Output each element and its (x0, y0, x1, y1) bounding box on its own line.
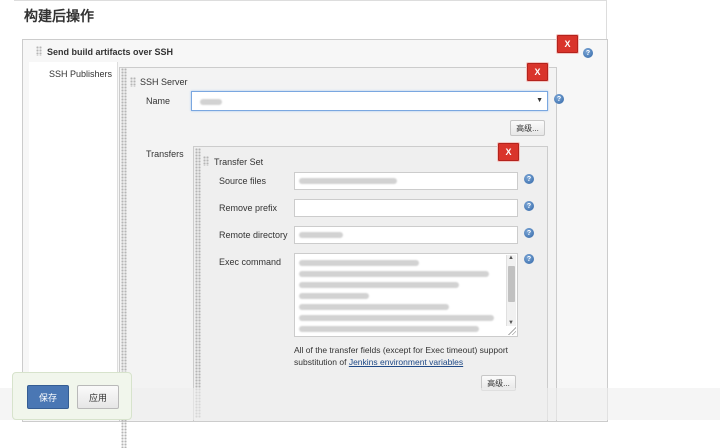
server-advanced-button[interactable]: 高级... (510, 120, 545, 136)
help-icon[interactable]: ? (524, 201, 534, 211)
textarea-scrollbar[interactable]: ▲ ▼ (506, 255, 516, 326)
exec-line (299, 260, 419, 266)
exec-line (299, 304, 449, 310)
remove-prefix-input[interactable] (294, 199, 518, 217)
publishers-label-column (29, 62, 118, 420)
server-name-select[interactable]: ▼ (191, 91, 548, 111)
exec-line (299, 293, 369, 299)
source-files-blurred (299, 178, 397, 184)
step-title: Send build artifacts over SSH (47, 47, 174, 57)
ssh-server-title: SSH Server (140, 77, 188, 87)
help-icon[interactable]: ? (554, 94, 564, 104)
server-name-blurred (200, 99, 222, 105)
resize-handle-icon[interactable] (508, 327, 516, 335)
scroll-up-icon[interactable]: ▲ (508, 255, 514, 261)
help-icon[interactable]: ? (524, 228, 534, 238)
exec-command-textarea[interactable]: ▲ ▼ (294, 253, 518, 337)
remote-directory-label: Remote directory (219, 230, 288, 240)
transfers-label: Transfers (146, 149, 184, 159)
substitution-note: All of the transfer fields (except for E… (294, 344, 524, 368)
name-label: Name (146, 96, 171, 106)
dropdown-arrow-icon: ▼ (536, 97, 543, 104)
help-icon[interactable]: ? (524, 254, 534, 264)
delete-server-button[interactable]: X (527, 63, 548, 81)
drag-handle[interactable] (195, 148, 201, 418)
exec-line (299, 326, 479, 332)
ssh-publishers-label: SSH Publishers (49, 69, 113, 79)
source-files-input[interactable] (294, 172, 518, 190)
source-files-label: Source files (219, 176, 267, 186)
scroll-thumb[interactable] (508, 266, 515, 302)
help-icon[interactable]: ? (583, 48, 593, 58)
delete-transfer-button[interactable]: X (498, 143, 519, 161)
remote-directory-blurred (299, 232, 343, 238)
drag-handle[interactable] (36, 46, 42, 56)
drag-handle[interactable] (130, 77, 136, 87)
exec-line (299, 315, 494, 321)
remote-directory-input[interactable] (294, 226, 518, 244)
main-panel: 构建后操作 Send build artifacts over SSH X ? … (0, 0, 616, 448)
apply-button[interactable]: 应用 (77, 385, 119, 409)
exec-line (299, 282, 459, 288)
jenkins-env-vars-link[interactable]: Jenkins environment variables (349, 357, 463, 367)
drag-handle[interactable] (203, 156, 209, 166)
exec-line (299, 271, 489, 277)
remove-prefix-label: Remove prefix (219, 203, 278, 213)
exec-command-label: Exec command (219, 257, 282, 267)
delete-step-button[interactable]: X (557, 35, 578, 53)
save-button[interactable]: 保存 (27, 385, 69, 409)
help-icon[interactable]: ? (524, 174, 534, 184)
transfer-set-title: Transfer Set (214, 157, 264, 167)
scroll-down-icon[interactable]: ▼ (508, 320, 514, 326)
divider (14, 0, 606, 1)
section-title: 构建后操作 (24, 8, 94, 24)
